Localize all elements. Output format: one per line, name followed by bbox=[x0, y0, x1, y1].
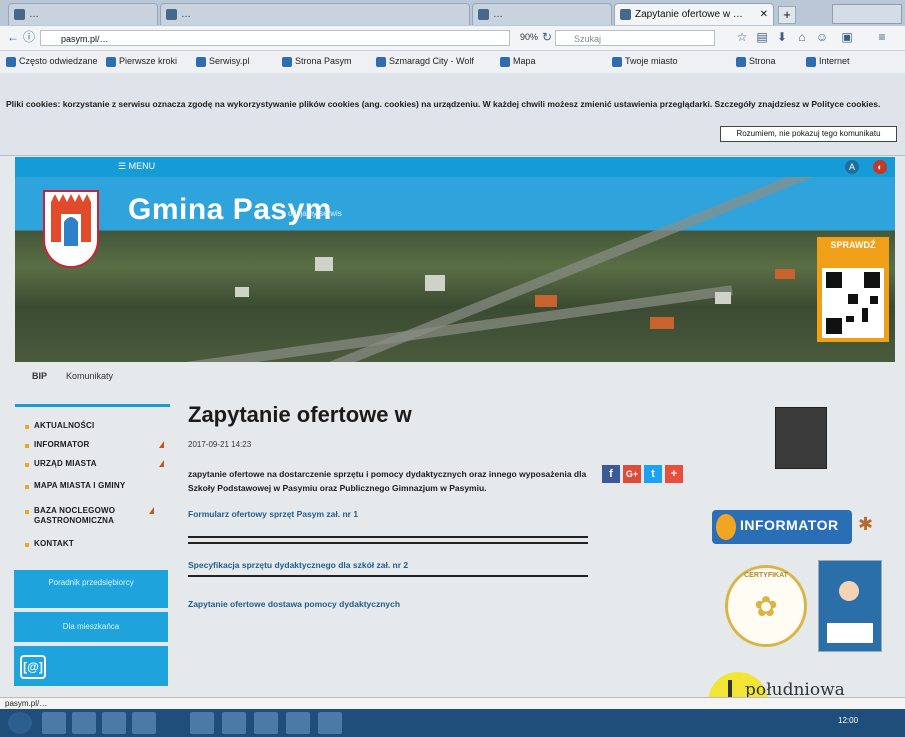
bookmark-item[interactable]: Pierwsze kroki bbox=[106, 56, 177, 67]
tab-favicon bbox=[478, 9, 489, 20]
bookmark-item[interactable]: Twoje miasto bbox=[612, 56, 678, 67]
sidebar-item-mapa[interactable]: MAPA MIASTA I GMINY bbox=[15, 481, 170, 503]
url-bar[interactable]: pasym.pl/… bbox=[40, 30, 510, 46]
taskbar-app[interactable] bbox=[254, 712, 278, 734]
bookmark-item[interactable]: Strona bbox=[736, 56, 776, 67]
gmina-crest-logo[interactable] bbox=[43, 190, 99, 268]
search-input[interactable]: Szukaj bbox=[555, 30, 715, 46]
close-tab-icon[interactable]: ✕ bbox=[760, 4, 768, 25]
google-plus-icon[interactable]: G+ bbox=[623, 465, 641, 483]
submenu-arrow-icon bbox=[159, 460, 164, 467]
document-link[interactable]: Specyfikacja sprzętu dydaktycznego dla s… bbox=[188, 559, 588, 571]
tab-2[interactable]: … bbox=[160, 3, 470, 25]
home-icon[interactable]: ⌂ bbox=[795, 30, 809, 44]
sidebar-item-kontakt[interactable]: KONTAKT bbox=[15, 539, 170, 561]
bullet-icon bbox=[25, 463, 29, 467]
informator-logo-icon bbox=[716, 514, 736, 540]
bookmark-item[interactable]: Szmaragd City - Wolf bbox=[376, 56, 474, 67]
site-menu-label: MENU bbox=[128, 161, 156, 171]
star-icon[interactable]: ☆ bbox=[735, 30, 749, 44]
bullet-icon bbox=[25, 543, 29, 547]
cookie-notice bbox=[0, 73, 905, 156]
document-link[interactable]: Zapytanie ofertowe dostawa pomocy dydakt… bbox=[188, 598, 588, 610]
hedgehog-icon: ✱ bbox=[858, 514, 874, 534]
sidebar-button-mieszkaniec[interactable]: Dla mieszkańca bbox=[14, 612, 168, 642]
divider bbox=[188, 542, 588, 544]
accessibility-icon[interactable]: A bbox=[845, 160, 859, 174]
sidebar-button-poradnik[interactable]: Poradnik przedsiębiorcy bbox=[14, 570, 168, 608]
taskbar-app[interactable] bbox=[190, 712, 214, 734]
tab-favicon bbox=[166, 9, 177, 20]
tab-1[interactable]: … bbox=[8, 3, 158, 25]
menu-icon[interactable]: ≡ bbox=[875, 30, 889, 44]
taskbar-clock: 12:00 bbox=[838, 716, 859, 725]
bullet-icon bbox=[25, 485, 29, 489]
document-link[interactable]: Formularz ofertowy sprzęt Pasym zał. nr … bbox=[188, 508, 363, 520]
divider bbox=[188, 536, 588, 538]
tab-strip: … … … Zapytanie ofertowe w … ✕ bbox=[0, 0, 905, 26]
zoom-level[interactable]: 90% bbox=[515, 30, 543, 44]
informator-label: INFORMATOR bbox=[740, 517, 839, 533]
pamphlet-banner[interactable] bbox=[818, 560, 882, 652]
start-button[interactable] bbox=[8, 712, 32, 734]
cookie-notice-text: Pliki cookies: korzystanie z serwisu ozn… bbox=[6, 99, 881, 109]
window-controls[interactable] bbox=[832, 4, 902, 24]
chat-icon[interactable]: ☺ bbox=[815, 30, 829, 44]
qr-code[interactable] bbox=[822, 268, 884, 338]
share-icon[interactable]: + bbox=[665, 465, 683, 483]
taskbar-app[interactable] bbox=[318, 712, 342, 734]
certificate-label: CERTYFIKAT bbox=[744, 572, 788, 579]
flower-icon: ✿ bbox=[754, 591, 778, 622]
bullet-icon bbox=[25, 444, 29, 448]
taskbar-app[interactable] bbox=[102, 712, 126, 734]
taskbar-app[interactable] bbox=[72, 712, 96, 734]
cookie-accept-button[interactable]: Rozumiem, nie pokazuj tego komunikatu bbox=[720, 126, 897, 142]
tab-favicon bbox=[620, 9, 631, 20]
email-icon[interactable]: [@] bbox=[20, 655, 46, 679]
bookmark-item[interactable]: Mapa bbox=[500, 56, 536, 67]
taskbar-app[interactable] bbox=[222, 712, 246, 734]
reload-icon[interactable]: ↻ bbox=[540, 30, 554, 44]
bookmark-item[interactable]: Serwisy.pl bbox=[196, 56, 249, 67]
bookmark-item[interactable]: Często odwiedzane bbox=[6, 56, 98, 67]
taskbar-app[interactable] bbox=[132, 712, 156, 734]
library-icon[interactable]: ▤ bbox=[755, 30, 769, 44]
taskbar-app[interactable] bbox=[42, 712, 66, 734]
bookmark-item[interactable]: Strona Pasym bbox=[282, 56, 352, 67]
tab-3[interactable]: … bbox=[472, 3, 612, 25]
twitter-icon[interactable]: t bbox=[644, 465, 662, 483]
article-date: 2017-09-21 14:23 bbox=[188, 440, 252, 449]
taskbar-app[interactable] bbox=[286, 712, 310, 734]
divider bbox=[188, 575, 588, 577]
site-menu-toggle[interactable]: ☰ MENU bbox=[118, 161, 155, 172]
breadcrumb-home[interactable]: BIP bbox=[32, 371, 47, 381]
tab-active[interactable]: Zapytanie ofertowe w … ✕ bbox=[614, 3, 774, 25]
status-bar: pasym.pl/… bbox=[0, 697, 905, 709]
sidebar-item-urzad-miasta[interactable]: URZĄD MIASTA bbox=[15, 459, 170, 481]
download-icon[interactable]: ⬇ bbox=[775, 30, 789, 44]
site-subtitle: oficjalny serwis bbox=[288, 209, 342, 218]
bullet-icon bbox=[25, 425, 29, 429]
back-icon[interactable]: ← bbox=[6, 30, 20, 44]
new-tab-button[interactable]: + bbox=[778, 6, 796, 24]
breadcrumb-current[interactable]: Komunikaty bbox=[66, 371, 113, 381]
site-info-icon[interactable]: ⓘ bbox=[22, 30, 36, 44]
extension-icon[interactable]: ▣ bbox=[840, 30, 854, 44]
tab-favicon bbox=[14, 9, 25, 20]
sidebar-item-baza-noclegowa[interactable]: BAZA NOCLEGOWO GASTRONOMICZNA bbox=[15, 506, 160, 528]
promo-label: SPRAWDŹ bbox=[830, 240, 876, 250]
facebook-icon[interactable]: f bbox=[602, 465, 620, 483]
page-title: Zapytanie ofertowe w bbox=[188, 402, 412, 427]
book-cover[interactable] bbox=[775, 407, 827, 469]
bookmark-item[interactable]: Internet bbox=[806, 56, 850, 67]
article-description: zapytanie ofertowe na dostarczenie sprzę… bbox=[188, 469, 587, 493]
submenu-arrow-icon bbox=[159, 441, 164, 448]
contrast-icon[interactable]: ◐ bbox=[873, 160, 887, 174]
sidebar-top-border bbox=[15, 404, 170, 407]
bullet-icon bbox=[25, 510, 29, 514]
submenu-arrow-icon bbox=[149, 507, 154, 514]
